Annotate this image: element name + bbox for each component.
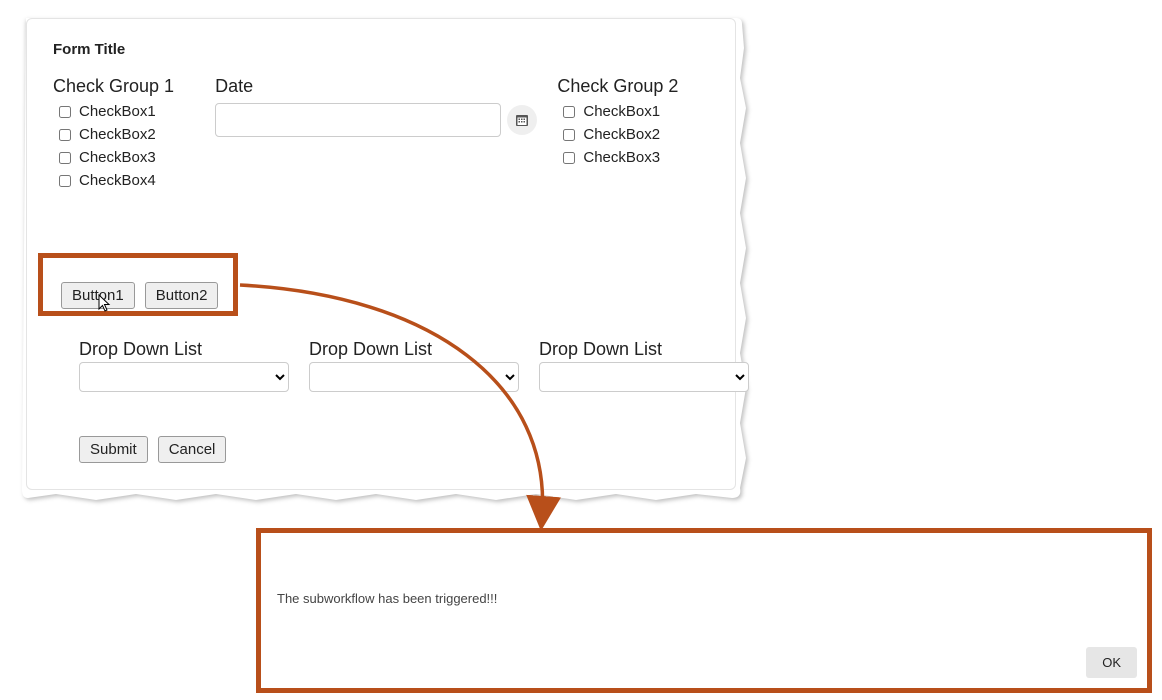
dialog-message: The subworkflow has been triggered!!! [277,591,497,606]
button-1[interactable]: Button1 [61,282,135,309]
form-title: Form Title [53,41,709,58]
dropdown-0[interactable] [79,362,289,392]
checkbox-cg1-0[interactable]: CheckBox1 [59,103,195,120]
dropdown-row: Drop Down List Drop Down List Drop Down … [79,339,749,392]
submit-button[interactable]: Submit [79,436,148,463]
dropdown-0-label: Drop Down List [79,339,289,360]
cancel-button[interactable]: Cancel [158,436,227,463]
check-group-2-label: Check Group 2 [557,76,709,97]
button-2[interactable]: Button2 [145,282,219,309]
checkbox-cg2-0[interactable]: CheckBox1 [563,103,709,120]
dropdown-2[interactable] [539,362,749,392]
date-input[interactable] [215,103,501,137]
checkbox-cg1-2[interactable]: CheckBox3 [59,149,195,166]
date-group: Date [215,76,537,189]
checkbox-cg2-2[interactable]: CheckBox3 [563,149,709,166]
date-label: Date [215,76,537,97]
calendar-icon[interactable] [507,105,537,135]
check-group-2: Check Group 2 CheckBox1 CheckBox2 CheckB… [557,76,709,189]
dropdown-1[interactable] [309,362,519,392]
dialog-ok-button[interactable]: OK [1086,647,1137,678]
checkbox-cg1-1[interactable]: CheckBox2 [59,126,195,143]
form-card: Form Title Check Group 1 CheckBox1 Check… [26,18,736,490]
check-group-1-label: Check Group 1 [53,76,195,97]
check-group-1: Check Group 1 CheckBox1 CheckBox2 CheckB… [53,76,195,189]
footer-buttons: Submit Cancel [79,436,226,463]
checkbox-cg2-1[interactable]: CheckBox2 [563,126,709,143]
checkbox-cg1-3[interactable]: CheckBox4 [59,172,195,189]
dropdown-2-label: Drop Down List [539,339,749,360]
dropdown-1-label: Drop Down List [309,339,519,360]
subworkflow-dialog: The subworkflow has been triggered!!! OK [256,528,1152,693]
button-row: Button1 Button2 [53,274,226,317]
